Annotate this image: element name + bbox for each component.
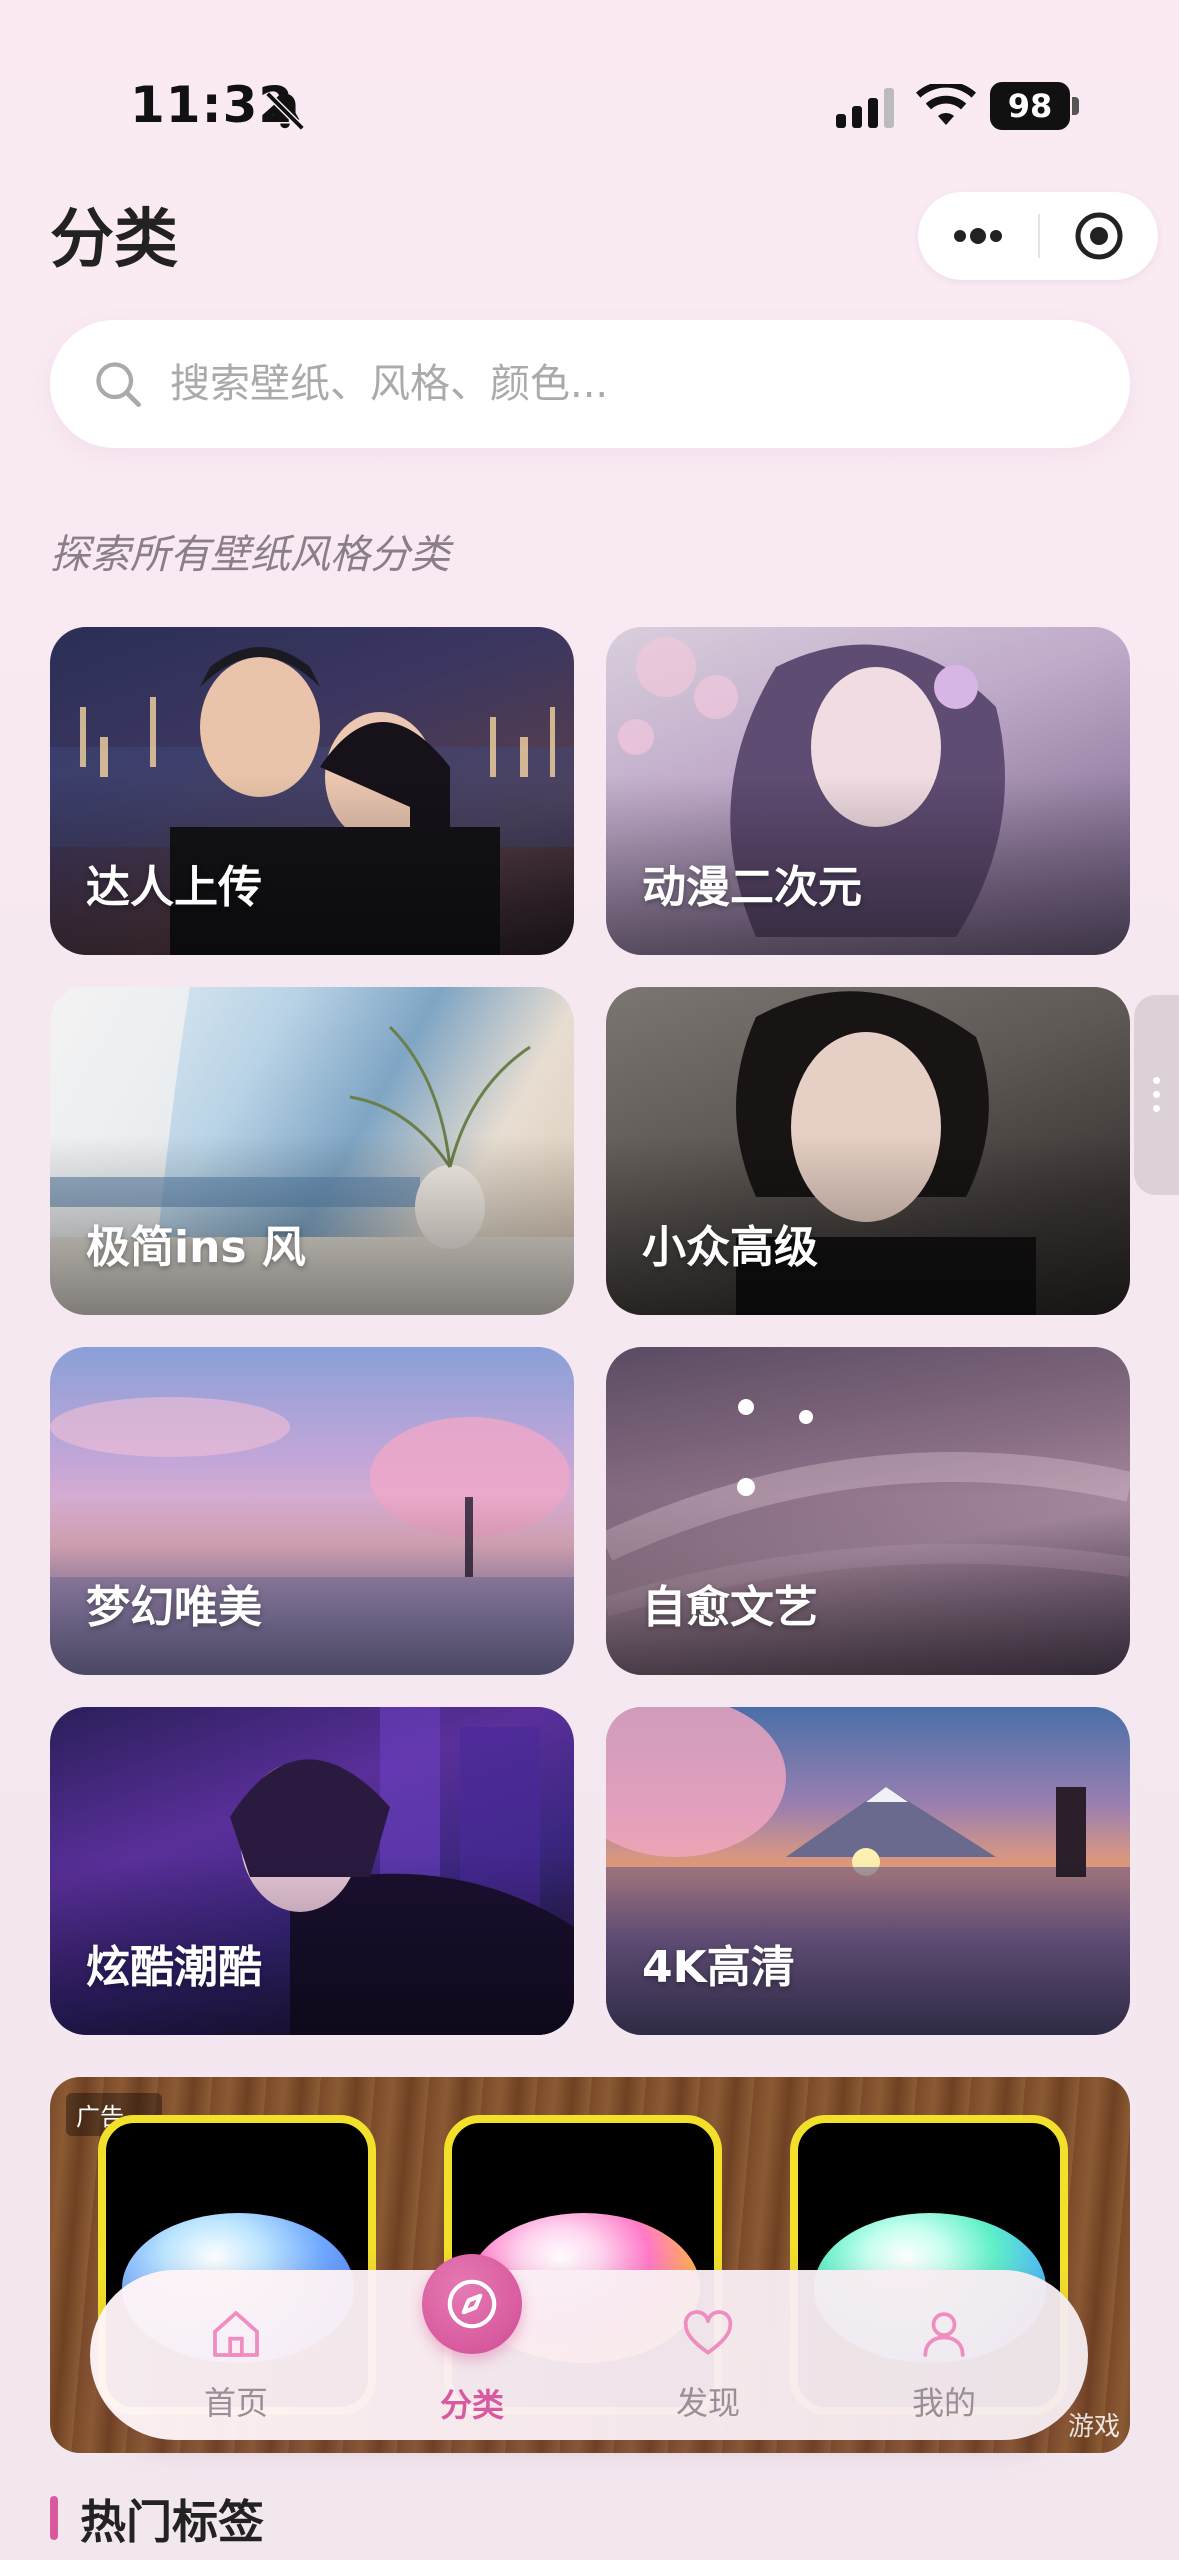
category-card-talent-upload[interactable]: 达人上传 [50, 627, 574, 955]
more-dots-icon [954, 228, 1002, 244]
category-label: 梦幻唯美 [86, 1582, 262, 1633]
category-card-4k[interactable]: 4K高清 [606, 1707, 1130, 2035]
nav-item-home[interactable]: 首页 [136, 2270, 336, 2440]
home-icon [213, 2311, 259, 2357]
heart-icon [683, 2310, 733, 2355]
cellular-signal-icon [836, 88, 894, 128]
status-bar: 11:32 98 [0, 0, 1179, 150]
section-accent-bar [50, 2496, 58, 2540]
wifi-icon [916, 84, 976, 125]
target-close-icon [1075, 212, 1123, 260]
nav-label-active: 分类 [439, 2386, 504, 2424]
ad-footer-text: 游戏 [1067, 2412, 1120, 2442]
category-card-anime[interactable]: 动漫二次元 [606, 627, 1130, 955]
mini-program-capsule [918, 192, 1158, 280]
page-title: 分类 [50, 203, 178, 277]
page-subtitle: 探索所有壁纸风格分类 [50, 532, 450, 578]
category-label: 动漫二次元 [642, 862, 862, 913]
category-label: 小众高级 [642, 1222, 818, 1273]
battery-level: 98 [990, 82, 1070, 130]
category-card-healing-art[interactable]: 自愈文艺 [606, 1347, 1130, 1675]
section-title: 热门标签 [80, 2495, 264, 2549]
search-icon [96, 362, 141, 407]
nav-label: 首页 [203, 2384, 268, 2422]
side-drawer-handle[interactable] [1134, 995, 1179, 1195]
battery-icon: 98 [990, 82, 1080, 130]
category-label: 达人上传 [86, 862, 262, 913]
category-label: 极简ins 风 [86, 1222, 306, 1273]
category-card-niche-premium[interactable]: 小众高级 [606, 987, 1130, 1315]
more-button[interactable] [918, 192, 1038, 280]
category-card-dreamy[interactable]: 梦幻唯美 [50, 1347, 574, 1675]
nav-active-indicator [422, 2254, 522, 2354]
close-button[interactable] [1040, 192, 1158, 280]
category-label: 自愈文艺 [642, 1582, 818, 1633]
nav-item-category[interactable]: 分类 [372, 2254, 572, 2440]
compass-icon [447, 2279, 497, 2329]
nav-label: 发现 [675, 2384, 740, 2422]
category-label: 4K高清 [642, 1942, 795, 1993]
bottom-nav: 首页 分类 发现 我的 [90, 2254, 1088, 2440]
category-card-minimal-ins[interactable]: 极简ins 风 [50, 987, 574, 1315]
category-label: 炫酷潮酷 [86, 1942, 262, 1993]
nav-item-discover[interactable]: 发现 [608, 2270, 808, 2440]
search-input[interactable] [170, 320, 1070, 448]
nav-label: 我的 [911, 2384, 976, 2422]
nav-item-profile[interactable]: 我的 [844, 2270, 1044, 2440]
search-bar[interactable] [50, 320, 1130, 448]
category-card-cool[interactable]: 炫酷潮酷 [50, 1707, 574, 2035]
bell-muted-icon [265, 91, 305, 131]
user-icon [923, 2312, 965, 2357]
